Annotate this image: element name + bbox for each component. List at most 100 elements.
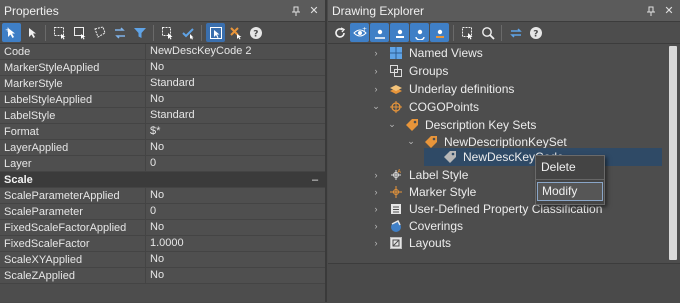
property-value[interactable]: 0 bbox=[145, 156, 325, 171]
property-grid: Code NewDescKeyCode 2 MarkerStyleApplied N… bbox=[0, 44, 325, 284]
tree-item-cogopoints[interactable]: ⌄ COGOPoints bbox=[370, 98, 479, 115]
property-row-layerapplied[interactable]: LayerApplied No bbox=[0, 140, 325, 156]
chevron-right-icon[interactable]: › bbox=[370, 238, 382, 248]
property-row-labelstyleapplied[interactable]: LabelStyleApplied No bbox=[0, 92, 325, 108]
tree-item-underlay-definitions[interactable]: › Underlay definitions bbox=[370, 80, 515, 97]
tree-item-groups[interactable]: › Groups bbox=[370, 62, 449, 79]
chevron-right-icon[interactable]: › bbox=[370, 204, 382, 214]
tree-scrollbar-thumb[interactable] bbox=[669, 46, 677, 260]
tree-item-label: Description Key Sets bbox=[425, 117, 537, 132]
tag-small-icon bbox=[442, 149, 458, 165]
swap-selection-icon[interactable] bbox=[110, 23, 129, 42]
help-icon[interactable]: ? bbox=[526, 23, 545, 42]
property-row-fixedscalefactorapplied[interactable]: FixedScaleFactorApplied No bbox=[0, 220, 325, 236]
property-row-markerstyleapplied[interactable]: MarkerStyleApplied No bbox=[0, 60, 325, 76]
property-name: ScaleParameter bbox=[4, 205, 83, 218]
drawing-explorer-panel: Drawing Explorer ✕ + ? › Named Views › G… bbox=[328, 0, 680, 303]
property-value[interactable]: No bbox=[145, 188, 325, 203]
tree-item-label: NewDescriptionKeySet bbox=[444, 134, 567, 149]
property-row-scaleparameter[interactable]: ScaleParameter 0 bbox=[0, 204, 325, 220]
property-value[interactable]: 1.0000 bbox=[145, 236, 325, 251]
chevron-down-icon[interactable]: ⌄ bbox=[386, 119, 398, 130]
property-value[interactable]: Standard bbox=[145, 76, 325, 91]
tree-item-layouts[interactable]: › Layouts bbox=[370, 234, 452, 251]
chevron-right-icon[interactable]: › bbox=[370, 170, 382, 180]
chevron-down-icon[interactable]: ⌄ bbox=[370, 101, 382, 112]
close-icon[interactable]: ✕ bbox=[307, 4, 321, 18]
property-value[interactable]: No bbox=[145, 140, 325, 155]
context-menu-modify[interactable]: Modify bbox=[537, 182, 603, 201]
swap-icon[interactable] bbox=[506, 23, 525, 42]
delete-item-icon[interactable] bbox=[430, 23, 449, 42]
tree-item-named-views[interactable]: › Named Views bbox=[370, 44, 483, 61]
help-icon[interactable]: ? bbox=[246, 23, 265, 42]
property-row-format[interactable]: Format $* bbox=[0, 124, 325, 140]
property-value[interactable]: No bbox=[145, 92, 325, 107]
refresh-icon[interactable] bbox=[330, 23, 349, 42]
chevron-right-icon[interactable]: › bbox=[370, 84, 382, 94]
property-value[interactable]: Standard bbox=[145, 108, 325, 123]
property-row-markerstyle[interactable]: MarkerStyle Standard bbox=[0, 76, 325, 92]
refresh-item-icon[interactable] bbox=[410, 23, 429, 42]
tree-item-label: Coverings bbox=[409, 218, 464, 233]
tree-item-description-key-sets[interactable]: ⌄ Description Key Sets bbox=[386, 116, 536, 133]
pin-icon[interactable] bbox=[644, 4, 658, 18]
property-value[interactable]: No bbox=[145, 220, 325, 235]
property-value[interactable]: 0 bbox=[145, 204, 325, 219]
filter-icon[interactable] bbox=[130, 23, 149, 42]
close-icon[interactable]: ✕ bbox=[662, 4, 676, 18]
property-row-code[interactable]: Code NewDescKeyCode 2 bbox=[0, 44, 325, 60]
new-item-icon[interactable]: + bbox=[350, 23, 369, 42]
property-value[interactable]: No bbox=[145, 60, 325, 75]
tree-item-label-style[interactable]: › A Label Style bbox=[370, 166, 469, 183]
chevron-down-icon[interactable]: ⌄ bbox=[405, 136, 417, 147]
select-similar-icon[interactable] bbox=[158, 23, 177, 42]
property-row-scalezapplied[interactable]: ScaleZApplied No bbox=[0, 268, 325, 284]
zoom-icon[interactable] bbox=[478, 23, 497, 42]
window-select-icon[interactable] bbox=[50, 23, 69, 42]
chevron-right-icon[interactable]: › bbox=[370, 48, 382, 58]
chevron-right-icon[interactable]: › bbox=[370, 66, 382, 76]
category-label: Scale bbox=[4, 173, 33, 186]
crossing-select-icon[interactable] bbox=[70, 23, 89, 42]
collapse-toggle[interactable]: – bbox=[305, 174, 325, 186]
add-selection-icon[interactable]: + bbox=[2, 23, 21, 42]
property-value[interactable]: No bbox=[145, 268, 325, 283]
toolbar-divider bbox=[453, 24, 454, 41]
select-objects-icon[interactable] bbox=[458, 23, 477, 42]
property-name: FixedScaleFactor bbox=[4, 237, 90, 250]
chevron-right-icon[interactable]: › bbox=[370, 187, 382, 197]
tree-item-coverings[interactable]: › Coverings bbox=[370, 217, 464, 234]
polygon-select-icon[interactable] bbox=[90, 23, 109, 42]
property-row-fixedscalefactor[interactable]: FixedScaleFactor 1.0000 bbox=[0, 236, 325, 252]
context-menu-delete[interactable]: Delete bbox=[536, 158, 604, 177]
property-row-scaleparameterapplied[interactable]: ScaleParameterApplied No bbox=[0, 188, 325, 204]
view-item-icon[interactable] bbox=[370, 23, 389, 42]
toolbar-divider bbox=[45, 24, 46, 41]
property-value[interactable]: $* bbox=[145, 124, 325, 139]
property-name: ScaleZApplied bbox=[4, 269, 75, 282]
quick-select-icon[interactable] bbox=[178, 23, 197, 42]
pickadd-toggle-icon[interactable] bbox=[206, 23, 225, 42]
chevron-right-icon[interactable]: › bbox=[370, 221, 382, 231]
context-menu: Delete Modify bbox=[535, 155, 605, 205]
label-style-icon: A bbox=[388, 167, 404, 183]
copy-item-icon[interactable] bbox=[390, 23, 409, 42]
pin-icon[interactable] bbox=[289, 4, 303, 18]
property-name: LabelStyle bbox=[4, 109, 56, 122]
explorer-title: Drawing Explorer bbox=[332, 3, 425, 18]
category-scale[interactable]: Scale – bbox=[0, 172, 325, 188]
property-row-labelstyle[interactable]: LabelStyle Standard bbox=[0, 108, 325, 124]
property-value[interactable]: No bbox=[145, 252, 325, 267]
toolbar-divider bbox=[201, 24, 202, 41]
deselect-icon[interactable] bbox=[226, 23, 245, 42]
select-arrow-icon[interactable] bbox=[22, 23, 41, 42]
property-value[interactable]: NewDescKeyCode 2 bbox=[145, 44, 325, 59]
property-row-layer[interactable]: Layer 0 bbox=[0, 156, 325, 172]
tree-item-label: Groups bbox=[409, 63, 449, 78]
property-name: MarkerStyle bbox=[4, 77, 63, 90]
property-row-scalexyapplied[interactable]: ScaleXYApplied No bbox=[0, 252, 325, 268]
tree-item-marker-style[interactable]: › Marker Style bbox=[370, 183, 477, 200]
property-name: FixedScaleFactorApplied bbox=[4, 221, 127, 234]
toolbar-divider bbox=[153, 24, 154, 41]
